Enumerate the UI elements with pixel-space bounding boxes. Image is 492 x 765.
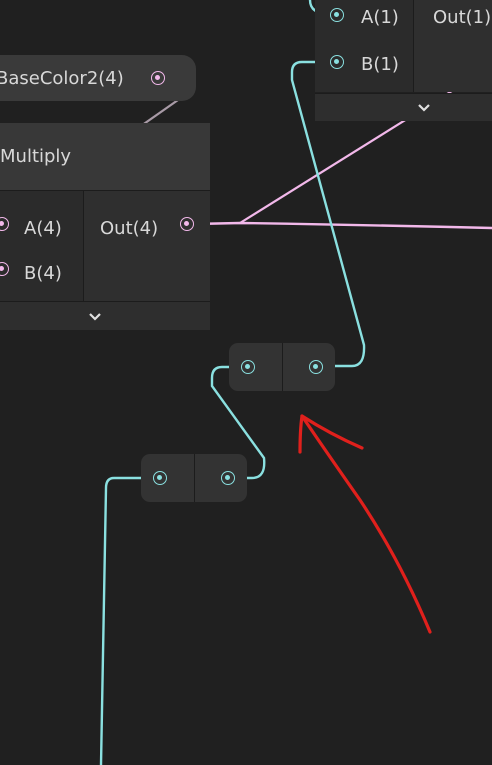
output-label: Out(1) bbox=[433, 7, 492, 28]
wire-multiply-out[interactable] bbox=[193, 221, 492, 230]
reroute-input-port[interactable] bbox=[241, 360, 255, 374]
input-column bbox=[0, 191, 83, 301]
reroute-output-port[interactable] bbox=[309, 360, 323, 374]
input-b-label: B(1) bbox=[361, 54, 399, 75]
basecolor-property-node[interactable]: BaseColor2(4) bbox=[0, 55, 196, 101]
input-b-label: B(4) bbox=[24, 263, 62, 284]
wire-reroute2-input[interactable] bbox=[99, 476, 156, 765]
chevron-down-icon[interactable] bbox=[417, 101, 431, 115]
property-output-port[interactable] bbox=[151, 71, 165, 85]
node-body bbox=[0, 191, 210, 301]
top-right-node[interactable]: A(1) B(1) Out(1) bbox=[315, 0, 492, 122]
reroute-divider bbox=[282, 343, 283, 391]
reroute-node-lower[interactable] bbox=[141, 454, 247, 502]
input-a-label: A(1) bbox=[361, 7, 399, 28]
column-divider bbox=[83, 191, 84, 301]
chevron-down-icon[interactable] bbox=[88, 310, 102, 324]
output-label: Out(4) bbox=[100, 218, 159, 239]
reroute-node-upper[interactable] bbox=[229, 343, 335, 391]
property-label: BaseColor2(4) bbox=[0, 68, 124, 89]
expand-bar[interactable] bbox=[315, 93, 492, 121]
input-a-port[interactable] bbox=[330, 8, 344, 22]
input-a-label: A(4) bbox=[24, 218, 62, 239]
multiply-node[interactable]: Multiply A(4) B(4) Out(4) bbox=[0, 123, 210, 331]
reroute-divider bbox=[194, 454, 195, 502]
expand-bar[interactable] bbox=[0, 301, 210, 330]
reroute-output-port[interactable] bbox=[221, 471, 235, 485]
column-divider bbox=[413, 0, 414, 92]
input-b-port[interactable] bbox=[330, 55, 344, 69]
reroute-input-port[interactable] bbox=[153, 471, 167, 485]
node-title: Multiply bbox=[0, 146, 72, 167]
output-port[interactable] bbox=[180, 217, 194, 231]
